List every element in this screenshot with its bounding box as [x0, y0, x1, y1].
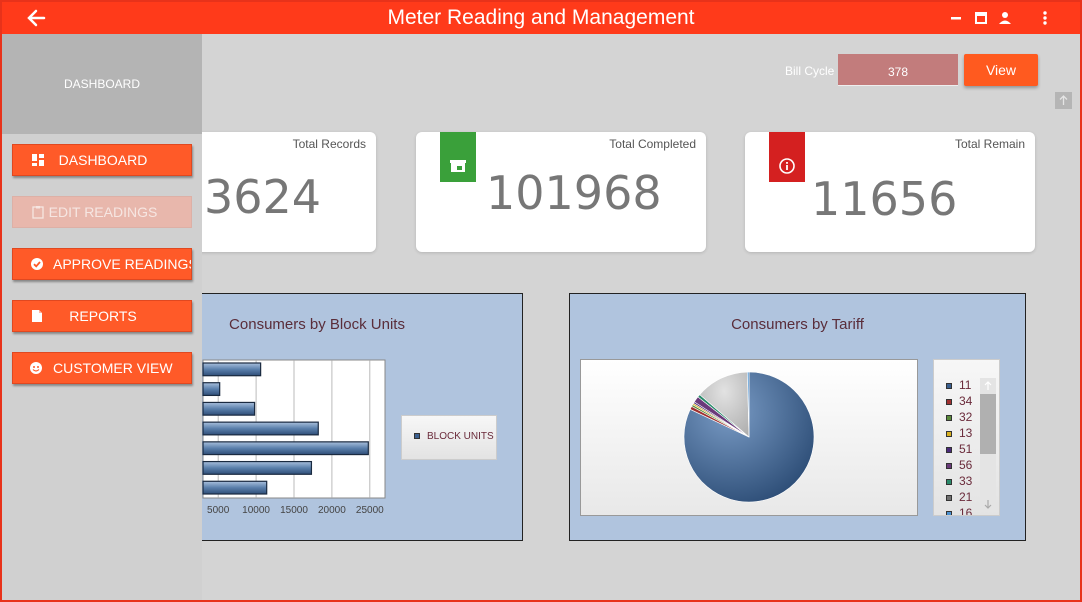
minimize-icon[interactable]	[948, 10, 964, 26]
bar	[202, 421, 319, 436]
tariff-chart-title: Consumers by Tariff	[731, 316, 864, 333]
tariff-legend-label: 11	[959, 378, 972, 392]
legend-swatch	[946, 382, 952, 389]
nav-edit-readings-label: EDIT READINGS	[48, 204, 158, 220]
tariff-legend-label: 21	[959, 490, 973, 504]
bar-x-tick-label: 25000	[356, 505, 384, 516]
navigation-drawer: DASHBOARD DASHBOARD EDIT READINGS APPROV…	[2, 34, 202, 600]
total-records-label: Total Records	[292, 137, 366, 151]
tariff-chart-panel: Consumers by Tariff 11 34 32 13 51 56 33 21 16	[569, 293, 1026, 541]
tariff-legend-item: 56	[946, 458, 972, 472]
nav-approve-readings-label: APPROVE READINGS	[53, 256, 192, 272]
smiley-icon	[30, 362, 42, 374]
scroll-down-arrow-icon[interactable]	[980, 496, 996, 512]
nav-edit-readings-button[interactable]: EDIT READINGS	[12, 196, 192, 228]
title-bar: Meter Reading and Management	[2, 2, 1080, 34]
legend-swatch	[946, 478, 952, 485]
bar	[202, 362, 262, 377]
app-window: Meter Reading and Management Bill Cycle …	[0, 0, 1082, 602]
tariff-legend-item: 13	[946, 426, 972, 440]
tariff-legend-label: 51	[959, 442, 973, 456]
nav-reports-label: REPORTS	[69, 308, 137, 324]
total-remain-label: Total Remain	[954, 137, 1025, 151]
bill-cycle-input[interactable]: 378	[838, 54, 958, 86]
tariff-legend-label: 16	[959, 506, 973, 516]
nav-customer-view-label: CUSTOMER VIEW	[53, 360, 173, 376]
bar	[202, 441, 369, 456]
nav-customer-view-button[interactable]: CUSTOMER VIEW	[12, 352, 192, 384]
legend-swatch	[946, 510, 952, 515]
tariff-pie-chart	[683, 371, 815, 503]
tariff-legend-item: 32	[946, 410, 972, 424]
tariff-legend-item: 16	[946, 506, 973, 516]
legend-label: BLOCK UNITS	[427, 431, 494, 442]
bar-x-tick-label: 5000	[207, 505, 230, 516]
legend-swatch	[414, 433, 420, 440]
tariff-legend-label: 33	[959, 474, 973, 488]
drawer-header: DASHBOARD	[2, 34, 202, 134]
tariff-legend-item: 51	[946, 442, 972, 456]
legend-swatch	[946, 414, 952, 421]
tariff-legend-item: 11	[946, 378, 971, 392]
view-button[interactable]: View	[964, 54, 1038, 86]
bar	[202, 460, 313, 475]
total-completed-card: Total Completed 101968	[416, 132, 706, 252]
tariff-legend-label: 56	[959, 458, 973, 472]
bar-x-tick-label: 10000	[242, 505, 270, 516]
bill-cycle-label: Bill Cycle	[785, 64, 835, 78]
legend-swatch	[946, 398, 952, 405]
legend-swatch	[946, 430, 952, 437]
bar-x-tick-label: 20000	[318, 505, 346, 516]
app-title: Meter Reading and Management	[387, 6, 695, 29]
tariff-legend-label: 13	[959, 426, 973, 440]
legend-swatch	[946, 446, 952, 453]
block-units-legend: BLOCK UNITS	[401, 415, 497, 460]
legend-swatch	[946, 494, 952, 501]
tariff-legend-item: 21	[946, 490, 972, 504]
tariff-legend-label: 34	[959, 394, 973, 408]
drawer-title: DASHBOARD	[63, 77, 140, 91]
check-badge-icon	[31, 258, 43, 270]
info-icon	[769, 132, 805, 182]
total-remain-card: Total Remain 11656	[745, 132, 1035, 252]
tariff-legend: 11 34 32 13 51 56 33 21 16	[933, 359, 1000, 516]
bar	[202, 480, 268, 495]
legend-swatch	[946, 462, 952, 469]
nav-dashboard-label: DASHBOARD	[58, 152, 148, 168]
legend-scrollbar-thumb[interactable]	[980, 394, 996, 454]
more-vertical-icon[interactable]	[1037, 10, 1053, 26]
total-records-value: 3624	[204, 170, 322, 224]
legend-scrollbar[interactable]	[980, 378, 996, 512]
store-icon	[440, 132, 476, 182]
nav-dashboard-button[interactable]: DASHBOARD	[12, 144, 192, 176]
user-icon[interactable]	[997, 10, 1013, 26]
bar-x-tick-label: 15000	[280, 505, 308, 516]
nav-approve-readings-button[interactable]: APPROVE READINGS	[12, 248, 192, 280]
scroll-up-arrow-icon[interactable]	[980, 378, 996, 394]
tariff-legend-label: 32	[959, 410, 973, 424]
bar	[202, 401, 256, 416]
total-completed-value: 101968	[486, 166, 662, 220]
legend-item-block-units: BLOCK UNITS	[414, 431, 494, 442]
tariff-legend-item: 34	[946, 394, 972, 408]
tariff-legend-item: 33	[946, 474, 972, 488]
total-remain-value: 11656	[811, 172, 958, 226]
scroll-up-icon[interactable]	[1055, 92, 1072, 109]
nav-reports-button[interactable]: REPORTS	[12, 300, 192, 332]
block-units-chart-title: Consumers by Block Units	[229, 316, 405, 333]
total-completed-label: Total Completed	[609, 137, 696, 151]
bar	[202, 382, 221, 397]
maximize-icon[interactable]	[973, 10, 989, 26]
pie-plot-area	[580, 359, 918, 516]
